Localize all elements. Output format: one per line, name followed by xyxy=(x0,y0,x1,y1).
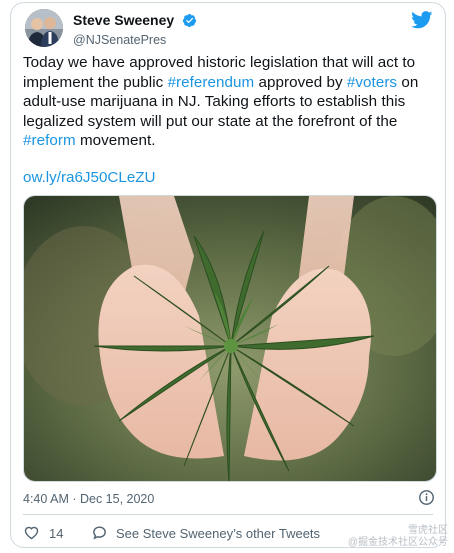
verified-badge-icon xyxy=(182,14,196,28)
info-icon[interactable] xyxy=(418,489,435,506)
hashtag-voters[interactable]: #voters xyxy=(347,74,397,91)
tweet-text-segment: movement. xyxy=(75,132,156,149)
watermark: 雪虎社区 @掘金技术社区公众号 xyxy=(348,525,448,549)
hashtag-reform[interactable]: #reform xyxy=(23,132,76,149)
see-other-tweets-link[interactable]: See Steve Sweeney’s other Tweets xyxy=(116,526,320,541)
watermark-line-2: @掘金技术社区公众号 xyxy=(347,537,448,548)
heart-icon[interactable] xyxy=(23,524,40,541)
tweet-text-segment: approved by xyxy=(254,73,347,91)
author-block[interactable]: Steve Sweeney @NJSenatePres xyxy=(73,12,197,49)
author-handle[interactable]: @NJSenatePres xyxy=(73,32,197,49)
author-display-name[interactable]: Steve Sweeney xyxy=(73,12,174,29)
tweet-header: Steve Sweeney @NJSenatePres xyxy=(23,9,433,49)
avatar[interactable] xyxy=(25,9,63,47)
tweet-text: Today we have approved historic legislat… xyxy=(23,53,437,151)
watermark-line-1: 雪虎社区 xyxy=(408,525,448,536)
tweet-timestamp[interactable]: 4:40 AM · Dec 15, 2020 xyxy=(23,492,154,506)
tweet-card: Steve Sweeney @NJSenatePres Today we hav… xyxy=(10,2,446,548)
tweet-photo[interactable] xyxy=(23,195,437,482)
divider xyxy=(23,514,433,515)
like-count: 14 xyxy=(49,526,64,541)
tweet-link[interactable]: ow.ly/ra6J50CLeZU xyxy=(23,169,156,186)
twitter-bird-icon[interactable] xyxy=(411,11,433,29)
comment-icon[interactable] xyxy=(91,524,108,541)
hashtag-referendum[interactable]: #referendum xyxy=(168,74,255,91)
